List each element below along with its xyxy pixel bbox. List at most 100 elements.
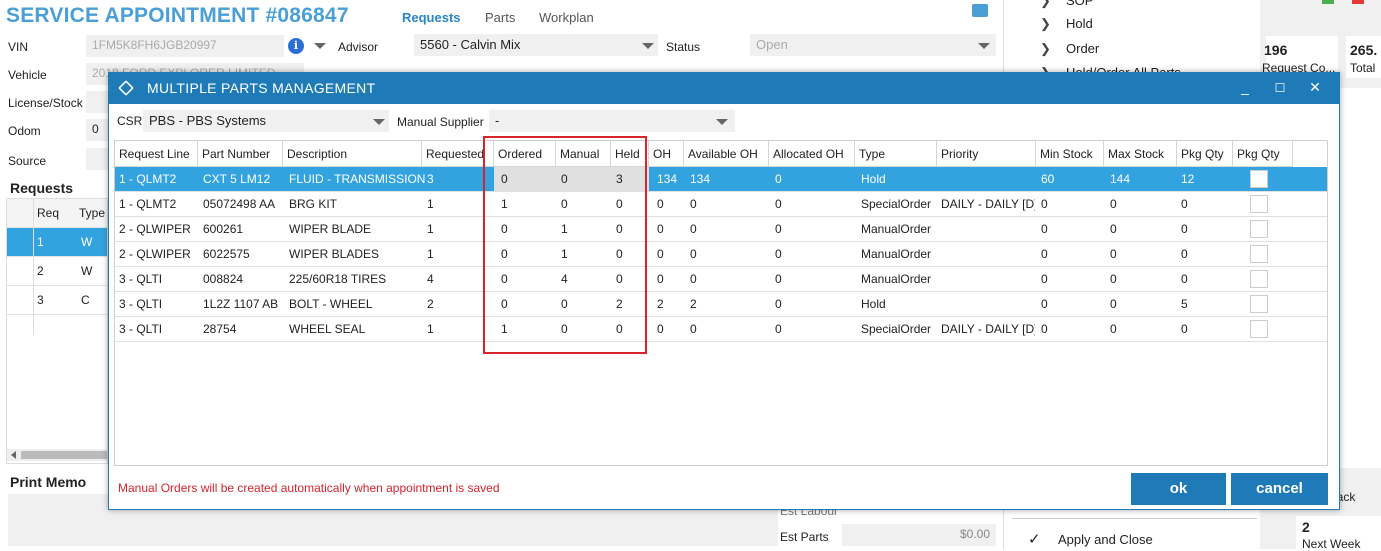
tree-item-hold[interactable]: Hold — [1066, 16, 1093, 31]
available-oh-cell: 134 — [690, 172, 711, 186]
column-header-request-line[interactable]: Request Line — [115, 141, 198, 167]
chevron-right-icon[interactable]: ❯ — [1040, 41, 1051, 57]
request-line-cell: 2 - QLWIPER — [119, 222, 191, 236]
min-stock-cell: 0 — [1041, 222, 1048, 236]
column-header-description[interactable]: Description — [283, 141, 422, 167]
column-header-part-number[interactable]: Part Number — [198, 141, 283, 167]
info-icon[interactable]: i — [288, 38, 304, 54]
status-select[interactable]: Open — [750, 34, 996, 56]
max-stock-cell: 0 — [1110, 322, 1117, 336]
advisor-select[interactable]: 5560 - Calvin Mix — [414, 34, 658, 56]
allocated-oh-cell: 0 — [775, 197, 782, 211]
column-header-pkg-qty-check[interactable]: Pkg Qty — [1233, 141, 1293, 167]
oh-cell: 0 — [657, 197, 664, 211]
apply-and-close-button[interactable]: Apply and Close — [1058, 532, 1153, 547]
table-row[interactable]: 2 - QLWIPER 600261 WIPER BLADE 1 0 1 0 0… — [115, 217, 1327, 242]
requested-cell: 1 — [427, 222, 434, 236]
tab-requests[interactable]: Requests — [402, 10, 461, 25]
pkg-qty-cell: 0 — [1181, 322, 1188, 336]
column-header-allocated-oh[interactable]: Allocated OH — [769, 141, 855, 167]
description-cell: FLUID - TRANSMISSION — [289, 172, 426, 186]
requested-cell: 4 — [427, 272, 434, 286]
tree-item-sop[interactable]: SOP — [1066, 0, 1093, 8]
scrollbar-thumb[interactable] — [21, 451, 107, 459]
pkg-qty-cell: 0 — [1181, 247, 1188, 261]
highlight-box — [483, 136, 647, 354]
table-row[interactable]: 2 W — [7, 257, 107, 286]
table-row[interactable]: 2 - QLWIPER 6022575 WIPER BLADES 1 0 1 0… — [115, 242, 1327, 267]
row-checkbox[interactable] — [1250, 195, 1268, 213]
horizontal-scrollbar[interactable] — [7, 449, 107, 461]
table-header: Req Type — [7, 199, 107, 228]
license-field[interactable] — [86, 91, 108, 113]
minimize-icon[interactable]: _ — [1235, 79, 1255, 95]
parts-dialog: MULTIPLE PARTS MANAGEMENT _ ☐ ✕ CSR PBS … — [108, 72, 1340, 510]
tab-parts[interactable]: Parts — [485, 10, 515, 25]
table-row[interactable]: 3 - QLTI 28754 WHEEL SEAL 1 1 0 0 0 0 0 … — [115, 317, 1327, 342]
maximize-icon[interactable]: ☐ — [1270, 81, 1290, 95]
column-header-available-oh[interactable]: Available OH — [684, 141, 769, 167]
close-icon[interactable]: ✕ — [1305, 79, 1325, 96]
part-number-cell: 008824 — [203, 272, 244, 286]
table-row[interactable]: 1 - QLMT2 CXT 5 LM12 FLUID - TRANSMISSIO… — [115, 167, 1327, 192]
description-cell: WIPER BLADES — [289, 247, 380, 261]
oh-cell: 0 — [657, 322, 664, 336]
max-stock-cell: 0 — [1110, 272, 1117, 286]
min-stock-cell: 0 — [1041, 297, 1048, 311]
status-label: Status — [666, 40, 701, 54]
row-checkbox[interactable] — [1250, 220, 1268, 238]
tab-workplan[interactable]: Workplan — [539, 10, 594, 25]
chevron-right-icon[interactable]: ❯ — [1040, 0, 1051, 9]
odom-field[interactable]: 0 — [86, 119, 108, 141]
column-header-pkg-qty[interactable]: Pkg Qty — [1177, 141, 1233, 167]
type-cell: SpecialOrder — [861, 197, 932, 211]
column-header-max-stock[interactable]: Max Stock — [1104, 141, 1177, 167]
allocated-oh-cell: 0 — [775, 222, 782, 236]
dialog-title: MULTIPLE PARTS MANAGEMENT — [147, 80, 376, 96]
part-number-cell: 28754 — [203, 322, 237, 336]
available-oh-cell: 0 — [690, 272, 697, 286]
manual-supplier-label: Manual Supplier — [397, 115, 484, 129]
chat-icon[interactable] — [972, 4, 988, 17]
row-checkbox[interactable] — [1250, 245, 1268, 263]
odom-label: Odom — [8, 124, 41, 138]
row-checkbox[interactable] — [1250, 270, 1268, 288]
pkg-qty-cell: 0 — [1181, 197, 1188, 211]
chevron-right-icon[interactable]: ❯ — [1040, 16, 1051, 32]
manual-supplier-select[interactable]: - — [489, 110, 735, 132]
table-row[interactable]: 3 - QLTI 1L2Z 1107 AB BOLT - WHEEL 2 0 0… — [115, 292, 1327, 317]
vin-field[interactable]: 1FM5K8FH6JGB20997 — [86, 35, 284, 57]
dialog-titlebar[interactable]: MULTIPLE PARTS MANAGEMENT _ ☐ ✕ — [109, 73, 1339, 104]
row-checkbox[interactable] — [1250, 170, 1268, 188]
stat-value: 196 — [1264, 42, 1288, 58]
column-header-priority[interactable]: Priority — [937, 141, 1036, 167]
max-stock-cell: 0 — [1110, 297, 1117, 311]
table-row[interactable]: 1 - QLMT2 05072498 AA BRG KIT 1 1 0 0 0 … — [115, 192, 1327, 217]
est-parts-label: Est Parts — [780, 530, 829, 544]
column-header-min-stock[interactable]: Min Stock — [1036, 141, 1104, 167]
description-cell: BOLT - WHEEL — [289, 297, 373, 311]
stat-label: Total — [1350, 61, 1376, 75]
part-number-cell: 05072498 AA — [203, 197, 276, 211]
column-header-type[interactable]: Type — [855, 141, 937, 167]
column-header-oh[interactable]: OH — [649, 141, 684, 167]
cancel-button[interactable]: cancel — [1231, 473, 1328, 505]
scroll-left-icon[interactable] — [11, 451, 16, 459]
max-stock-cell: 0 — [1110, 247, 1117, 261]
ok-button[interactable]: ok — [1131, 473, 1226, 505]
row-checkbox[interactable] — [1250, 295, 1268, 313]
table-row[interactable]: 1 W — [7, 228, 107, 257]
request-line-cell: 3 - QLTI — [119, 297, 163, 311]
requested-cell: 1 — [427, 247, 434, 261]
source-field[interactable] — [86, 148, 108, 170]
available-oh-cell: 2 — [690, 297, 697, 311]
chevron-down-icon[interactable] — [314, 43, 326, 49]
type-cell: ManualOrder — [861, 272, 932, 286]
row-checkbox[interactable] — [1250, 320, 1268, 338]
table-row[interactable]: 3 - QLTI 008824 225/60R18 TIRES 4 0 4 0 … — [115, 267, 1327, 292]
table-row[interactable]: 3 C — [7, 286, 107, 315]
type-column-header[interactable]: Type — [79, 206, 105, 220]
req-column-header[interactable]: Req — [37, 206, 59, 220]
csr-select[interactable]: PBS - PBS Systems — [143, 110, 389, 132]
tree-item-order[interactable]: Order — [1066, 41, 1099, 56]
